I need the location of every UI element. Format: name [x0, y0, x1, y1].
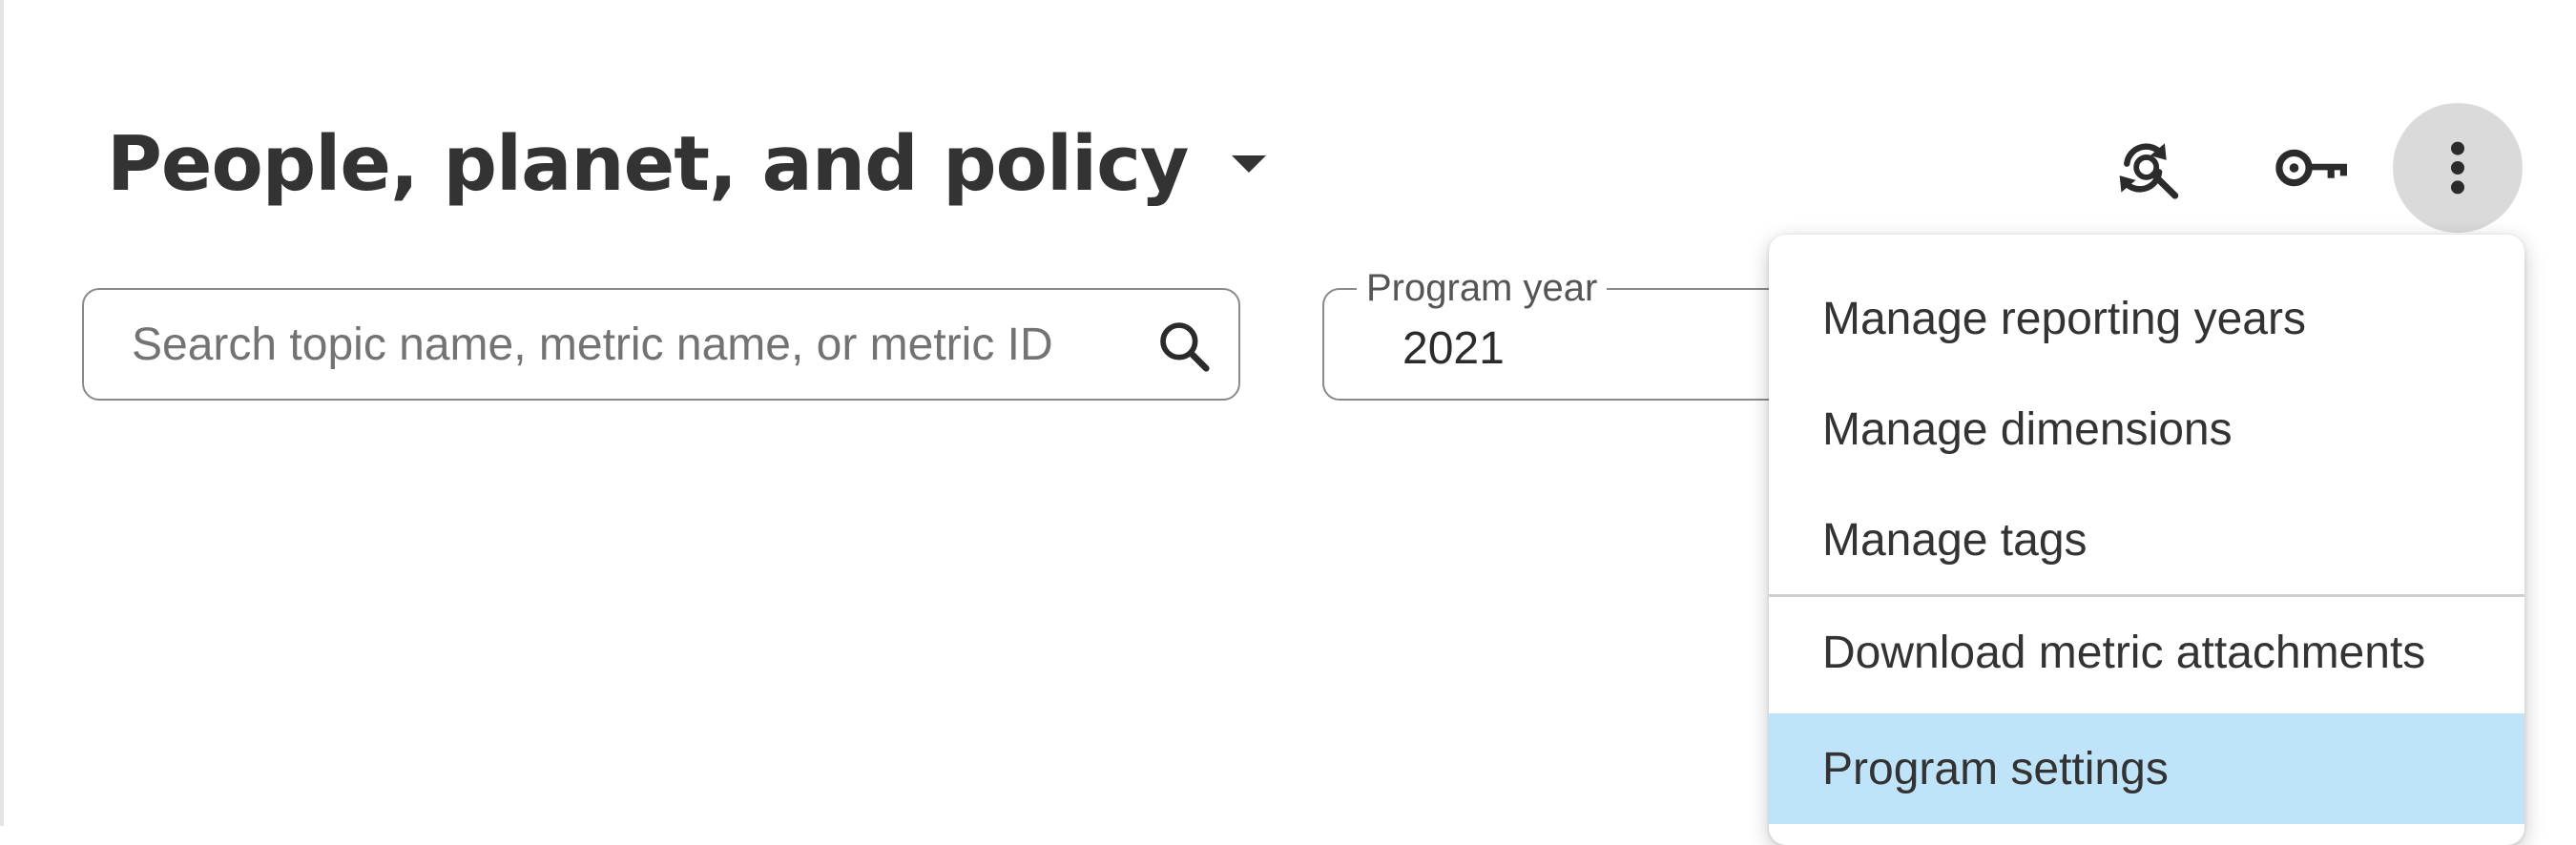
- refresh-search-button[interactable]: [2084, 103, 2213, 233]
- program-year-label: Program year: [1357, 267, 1608, 310]
- search-icon[interactable]: [1154, 317, 1214, 376]
- more-options-menu: Manage reporting years Manage dimensions…: [1769, 235, 2524, 845]
- caret-down-icon[interactable]: [1232, 155, 1267, 173]
- key-button[interactable]: [2248, 103, 2378, 233]
- more-options-button[interactable]: [2393, 103, 2523, 233]
- key-icon: [2275, 149, 2347, 187]
- refresh-search-icon: [2119, 143, 2179, 199]
- search-box: [82, 288, 1240, 401]
- menu-item-manage-dimensions[interactable]: Manage dimensions: [1769, 374, 2524, 484]
- menu-item-download-metric-attachments[interactable]: Download metric attachments: [1769, 597, 2524, 708]
- search-input[interactable]: [132, 290, 1114, 399]
- left-border: [0, 0, 4, 826]
- menu-item-manage-tags[interactable]: Manage tags: [1769, 484, 2524, 595]
- page-title: People, planet, and policy: [107, 120, 1189, 208]
- more-vertical-icon: [2451, 141, 2464, 195]
- program-title-selector[interactable]: People, planet, and policy: [107, 107, 1267, 221]
- menu-item-program-settings[interactable]: Program settings: [1769, 713, 2524, 824]
- menu-item-manage-reporting-years[interactable]: Manage reporting years: [1769, 263, 2524, 374]
- program-year-value: 2021: [1402, 323, 1505, 374]
